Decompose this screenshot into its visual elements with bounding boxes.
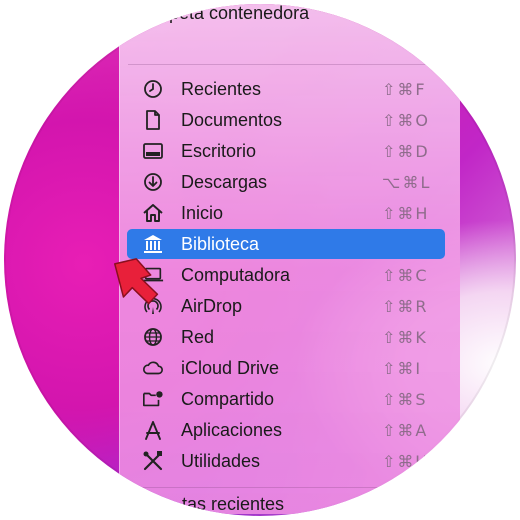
library-icon: [142, 233, 164, 255]
menu-item-label: Computadora: [181, 264, 291, 285]
go-menu: Carpeta contenedora ⌘ Recientes ⇧⌘F Docu…: [119, 4, 460, 514]
menu-item-recent-folders[interactable]: tas recientes: [182, 494, 284, 515]
menu-separator: [128, 64, 444, 65]
cloud-icon: [142, 357, 164, 379]
clock-icon: [142, 78, 164, 100]
menu-item-label: Descargas: [181, 171, 268, 192]
menu-item-label: Red: [181, 326, 215, 347]
menu-item-label: Biblioteca: [181, 233, 260, 254]
menu-item-label: tas recientes: [182, 494, 285, 514]
menu-item-inicio[interactable]: Inicio ⇧⌘H: [120, 198, 440, 228]
document-icon: [142, 109, 164, 131]
menu-item-carpeta-contenedora[interactable]: Carpeta contenedora ⌘: [140, 4, 401, 24]
menu-item-label: AirDrop: [181, 295, 243, 316]
menu-item-shortcut: ⇧⌘C: [382, 265, 429, 285]
menu-item-shortcut: ⇧⌘F: [382, 79, 427, 99]
menu-item-shortcut: ⇧⌘D: [382, 141, 430, 161]
menu-item-red[interactable]: Red ⇧⌘K: [120, 322, 440, 352]
menu-item-label: iCloud Drive: [181, 357, 280, 378]
menu-item-label: Documentos: [181, 109, 283, 130]
menu-item-documentos[interactable]: Documentos ⇧⌘O: [120, 105, 440, 135]
globe-icon: [142, 326, 164, 348]
desktop-icon: [142, 140, 164, 162]
menu-item-shortcut: ⇧⌘O: [382, 110, 430, 130]
zoom-lens: Carpeta contenedora ⌘ Recientes ⇧⌘F Docu…: [4, 4, 516, 516]
shared-folder-icon: [142, 388, 164, 410]
menu-item-label: Escritorio: [181, 140, 257, 161]
menu-separator: [128, 487, 444, 488]
menu-item-label: Recientes: [181, 78, 262, 99]
home-icon: [142, 202, 164, 224]
menu-item-escritorio[interactable]: Escritorio ⇧⌘D: [120, 136, 440, 166]
menu-item-shortcut: ⇧⌘K: [382, 327, 428, 347]
menu-item-airdrop[interactable]: AirDrop ⇧⌘R: [120, 291, 440, 321]
menu-item-computadora[interactable]: Computadora ⇧⌘C: [120, 260, 440, 290]
menu-item-icloud-drive[interactable]: iCloud Drive ⇧⌘I: [120, 353, 440, 383]
menu-item-label: Carpeta contenedora: [140, 4, 310, 23]
menu-item-shortcut: ⌥⌘L: [382, 172, 432, 192]
menu-item-shortcut: ⇧⌘A: [382, 420, 429, 440]
menu-item-label: Inicio: [181, 202, 224, 223]
utilities-icon: [142, 450, 164, 472]
pointer-arrow-icon: [114, 258, 159, 305]
menu-item-shortcut: ⇧⌘I: [382, 358, 423, 378]
menu-item-label: Compartido: [181, 388, 275, 409]
menu-item-utilidades[interactable]: Utilidades ⇧⌘U: [120, 446, 440, 476]
menu-item-shortcut: ⇧⌘S: [382, 389, 428, 409]
menu-item-shortcut: ⇧⌘R: [382, 296, 429, 316]
menu-item-recientes[interactable]: Recientes ⇧⌘F: [120, 74, 440, 104]
menu-item-descargas[interactable]: Descargas ⌥⌘L: [120, 167, 440, 197]
menu-item-label: Utilidades: [181, 450, 261, 471]
menu-item-aplicaciones[interactable]: Aplicaciones ⇧⌘A: [120, 415, 440, 445]
menu-item-label: Aplicaciones: [181, 419, 283, 440]
menu-item-shortcut: ⇧⌘U: [382, 451, 430, 471]
menu-item-shortcut: ⇧⌘H: [382, 203, 430, 223]
applications-icon: [142, 419, 164, 441]
menu-item-shortcut: ⌘: [385, 4, 401, 22]
download-icon: [142, 171, 164, 193]
menu-item-biblioteca[interactable]: Biblioteca: [127, 229, 445, 259]
menu-item-compartido[interactable]: Compartido ⇧⌘S: [120, 384, 440, 414]
